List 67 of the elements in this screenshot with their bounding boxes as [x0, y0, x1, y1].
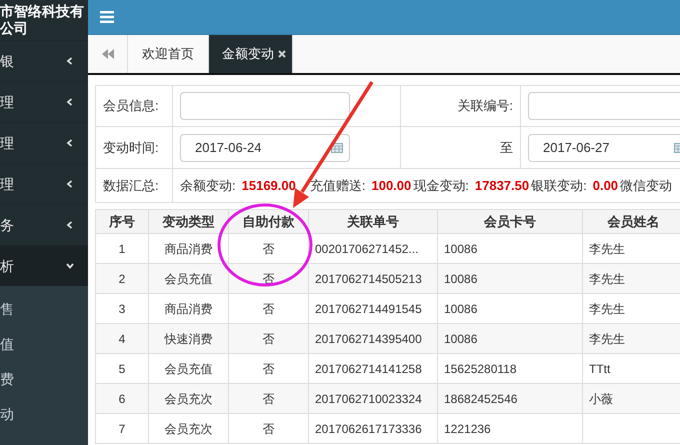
table-cell: 2	[96, 264, 148, 294]
table-cell: 小薇	[582, 384, 680, 414]
table-cell: 10086	[438, 324, 582, 354]
table-cell: 否	[228, 384, 308, 414]
summary-value: 17837.50	[474, 178, 530, 193]
chevron-left-icon	[66, 139, 74, 147]
summary-value: 15169.00	[242, 178, 296, 193]
date-field[interactable]: 2017-06-24	[180, 134, 350, 162]
sidebar-item[interactable]: 理	[0, 122, 88, 163]
field-label: 会员信息:	[103, 98, 159, 114]
field-label: 变动时间:	[103, 140, 159, 155]
input-field[interactable]	[180, 92, 350, 120]
summary-label: 余额变动:	[180, 178, 236, 193]
sidebar-subitem[interactable]: 值	[0, 327, 88, 362]
table-cell: 会员充值	[148, 264, 228, 294]
table-cell: 1221236	[438, 414, 582, 444]
chevron-left-icon	[66, 180, 74, 188]
date-field[interactable]: 2017-06-27	[528, 134, 680, 162]
chevron-left-icon	[66, 98, 74, 106]
summary-label: 数据汇总:	[103, 178, 159, 193]
brand-title: 市智络科技有	[0, 3, 85, 20]
summary-label: 微信变动	[620, 178, 672, 193]
table-cell: 2017062714395400	[308, 324, 438, 354]
table-cell: 2017062617173336	[308, 414, 438, 444]
table-cell: 10086	[438, 264, 582, 294]
summary-value: 100.00	[371, 178, 412, 193]
table-cell: 2017062714505213	[308, 264, 438, 294]
table-cell: 7	[96, 414, 148, 444]
column-header: 关联单号	[308, 210, 438, 234]
summary-label: 现金变动:	[413, 178, 469, 193]
table-cell: 李先生	[582, 264, 680, 294]
sidebar-subitem[interactable]: 费	[0, 362, 88, 397]
close-icon[interactable]	[278, 50, 286, 58]
table-cell: 李先生	[582, 324, 680, 354]
summary-label: 充值赠送:	[310, 178, 366, 193]
field-label: 关联编号:	[457, 98, 513, 114]
table-cell: 否	[228, 414, 308, 444]
menu-icon[interactable]	[100, 11, 114, 23]
column-header: 变动类型	[148, 210, 228, 234]
table-cell: 18682452546	[438, 384, 582, 414]
chevron-down-icon	[66, 262, 74, 270]
column-header: 自助付款	[228, 210, 308, 234]
chevron-left-icon	[66, 57, 74, 65]
table-cell: 会员充次	[148, 384, 228, 414]
input-field[interactable]	[528, 92, 680, 120]
sidebar-subitem[interactable]: 售	[0, 292, 88, 327]
tab[interactable]: 金额变动	[209, 35, 293, 73]
table-cell: 会员充次	[148, 414, 228, 444]
brand-title: 公司	[0, 20, 29, 37]
field-label: 至	[500, 140, 513, 155]
double-left-arrow-icon	[102, 49, 114, 59]
sidebar-subitem[interactable]: 动	[0, 397, 88, 432]
table-cell: 快速消费	[148, 324, 228, 354]
sidebar-item[interactable]: 析	[0, 245, 88, 286]
column-header: 会员卡号	[438, 210, 582, 234]
chevron-left-icon	[66, 221, 74, 229]
sidebar-item[interactable]: 理	[0, 81, 88, 122]
column-header: 会员姓名	[582, 210, 680, 234]
table-cell: 6	[96, 384, 148, 414]
calendar-icon[interactable]	[331, 142, 343, 153]
summary-value: 0.00	[592, 178, 618, 193]
column-header: 序号	[96, 210, 148, 234]
summary-label: 银联变动:	[531, 178, 587, 193]
table-cell: 4	[96, 324, 148, 354]
sidebar-item[interactable]: 理	[0, 163, 88, 204]
table-cell: 2017062710023324	[308, 384, 438, 414]
table-cell: 否	[228, 324, 308, 354]
